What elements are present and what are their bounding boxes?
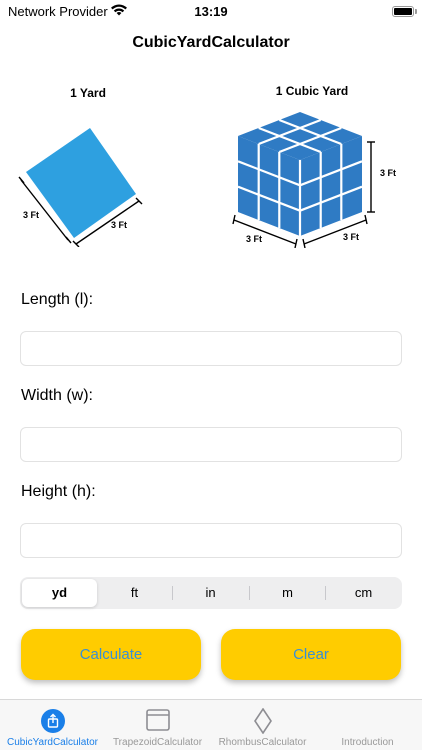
battery-tip [415,9,417,14]
square-side-left-label: 3 Ft [23,210,40,220]
square-side-right-label: 3 Ft [111,220,128,230]
square-yard-illustration [18,128,143,247]
rhombus-icon [254,708,272,734]
unit-option-ft[interactable]: ft [97,579,172,607]
unit-option-yd[interactable]: yd [22,579,97,607]
width-input[interactable] [20,427,402,462]
tab-rhombus-calculator[interactable]: RhombusCalculator [210,700,315,750]
tab-introduction[interactable]: Introduction [315,700,420,750]
page-title: CubicYardCalculator [132,34,290,51]
battery-icon [392,6,414,17]
cubic-yard-illustration [232,112,375,248]
length-input[interactable] [20,331,402,366]
height-label: Height (h): [21,483,96,500]
cube-side-left-label: 3 Ft [246,234,263,244]
tab-bar: CubicYardCalculator TrapezoidCalculator … [0,699,422,750]
tab-label: CubicYardCalculator [7,737,98,748]
cube-side-right-label: 3 Ft [343,232,360,242]
window-icon [146,709,170,731]
length-label: Length (l): [21,291,94,308]
height-input[interactable] [20,523,402,558]
cube-illustration-title: 1 Cubic Yard [275,84,349,98]
share-square-icon [41,709,65,733]
unit-option-in[interactable]: in [173,579,248,607]
unit-option-m[interactable]: m [250,579,325,607]
square-illustration-title: 1 Yard [70,86,106,100]
tab-trapezoid-calculator[interactable]: TrapezoidCalculator [105,700,210,750]
tab-label: RhombusCalculator [218,737,307,748]
cube-height-label: 3 Ft [380,168,397,178]
clear-button[interactable]: Clear [221,629,401,680]
tab-cubic-yard-calculator[interactable]: CubicYardCalculator [0,700,105,750]
unit-segmented-control: yd ft in m cm [20,577,402,609]
calculate-button[interactable]: Calculate [21,629,201,680]
status-bar: Network Provider 13:19 [0,0,422,24]
clock: 13:19 [194,4,228,19]
tab-label: Introduction [341,737,394,748]
tab-label: TrapezoidCalculator [112,737,203,748]
width-label: Width (w): [21,387,93,404]
unit-option-cm[interactable]: cm [326,579,401,607]
